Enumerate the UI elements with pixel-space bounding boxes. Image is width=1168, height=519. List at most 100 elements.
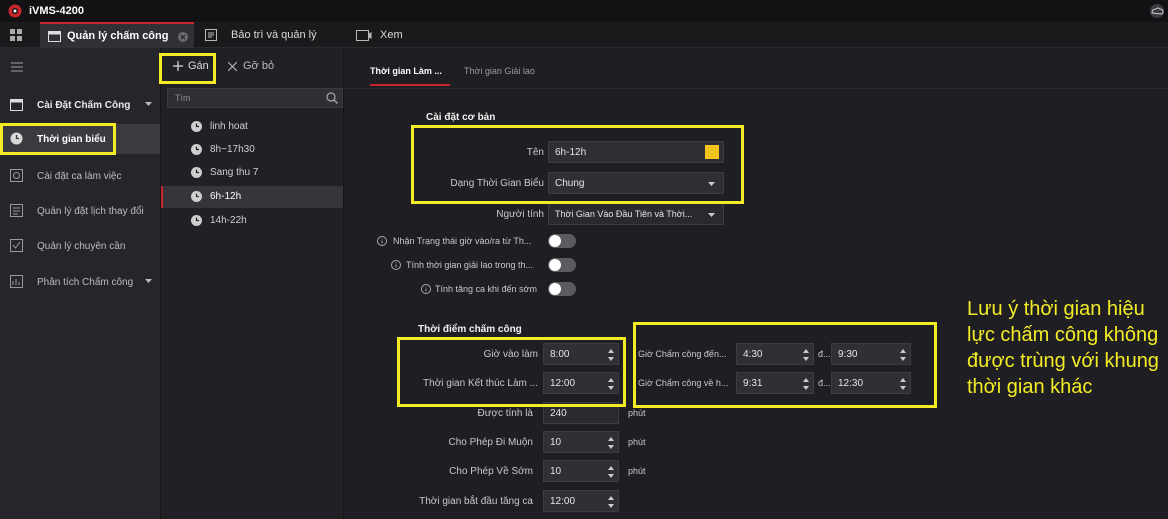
list-item-label: 14h-22h [210, 215, 247, 226]
tab-label: Thời gian Làm ... [370, 66, 442, 76]
calendar-icon [48, 30, 61, 42]
highlight-timetable-item [0, 123, 116, 155]
toggle-checkin-status[interactable] [548, 234, 576, 248]
clock-icon [191, 144, 202, 155]
counted-value: 240 [550, 407, 567, 419]
tab-divider [344, 88, 1168, 89]
list-item[interactable]: 8h~17h30 [161, 139, 343, 161]
overtime-input[interactable]: 12:00 [543, 490, 619, 512]
section-heading-basic: Cài đặt cơ bản [426, 112, 496, 123]
menu-collapse-icon[interactable] [11, 62, 23, 72]
schedule-icon [10, 204, 23, 217]
sidebar-item-label: Quản lý chuyên cần [37, 240, 126, 252]
sidebar-item-label: Phân tích Chấm công [37, 276, 134, 288]
cloud-icon[interactable] [1146, 3, 1168, 19]
sidebar: Cài Đặt Chấm Công Thời gian biểu Cài đặt… [0, 48, 160, 519]
overtime-label: Thời gian bắt đầu tăng ca [419, 496, 533, 507]
spinner-icon[interactable] [608, 495, 614, 509]
annotation-note: Lưu ý thời gian hiệu lực chấm công không… [967, 298, 1159, 398]
list-item-label: Sang thu 7 [210, 167, 259, 178]
list-item-label: 6h-12h [210, 191, 242, 202]
tab-label: Bảo trì và quản lý [231, 29, 317, 41]
highlight-add-button [159, 53, 216, 84]
module-tab-bar: Quản lý chấm công Bảo trì và quản lý Xem [0, 22, 1168, 48]
search-icon[interactable] [326, 92, 338, 104]
highlight-basic-settings [411, 125, 744, 204]
app-logo-icon [8, 4, 22, 18]
sidebar-item-schedule-change[interactable]: Quản lý đặt lịch thay đổi [0, 196, 160, 226]
clock-icon [191, 121, 202, 132]
report-icon [10, 275, 23, 288]
toggle3-label: Tính tăng ca khi đến sớm [435, 284, 537, 294]
clock-icon [191, 167, 202, 178]
list-item-label: linh hoat [210, 121, 248, 132]
list-item-label: 8h~17h30 [210, 144, 255, 155]
late-label: Cho Phép Đi Muộn [448, 437, 534, 448]
late-unit: phút [628, 437, 646, 447]
early-unit: phút [628, 466, 646, 476]
sidebar-item-attendance-analysis[interactable]: Phân tích Chấm công [0, 267, 160, 297]
list-item[interactable]: Sang thu 7 [161, 162, 343, 184]
apps-grid-icon[interactable] [10, 29, 22, 41]
chevron-down-icon [145, 279, 152, 284]
list-item-selected[interactable]: 6h-12h [161, 186, 343, 208]
maintenance-icon [205, 29, 217, 41]
sidebar-item-shift-settings[interactable]: Cài đặt ca làm việc [0, 161, 160, 191]
spinner-icon[interactable] [608, 436, 614, 450]
info-icon[interactable] [421, 284, 431, 294]
calc-value: Thời Gian Vào Đầu Tiên và Thời... [555, 209, 693, 219]
tab-label: Thời gian Giải lao [464, 66, 535, 76]
early-input[interactable]: 10 [543, 460, 619, 482]
clock-icon [191, 215, 202, 226]
tab-view[interactable]: Xem [356, 22, 403, 48]
sidebar-item-label: Cài Đặt Chấm Công [37, 99, 131, 111]
timetable-list-pane: Gán Gỡ bỏ Tìm linh hoat 8h~17h30 Sang th… [160, 48, 344, 519]
tab-attendance-management[interactable]: Quản lý chấm công [40, 22, 194, 48]
section-heading-checkin: Thời điểm chấm công [418, 324, 522, 335]
shift-icon [10, 169, 23, 182]
late-value: 10 [550, 436, 562, 448]
remove-label: Gỡ bỏ [243, 60, 275, 72]
close-icon [228, 61, 237, 71]
sidebar-item-attendance-management[interactable]: Quản lý chuyên cần [0, 231, 160, 261]
search-box[interactable]: Tìm [167, 88, 343, 108]
title-bar: iVMS-4200 [0, 0, 1168, 22]
tab-break-time[interactable]: Thời gian Giải lao [464, 66, 535, 76]
highlight-work-hours [397, 337, 626, 407]
sidebar-item-attendance-settings[interactable]: Cài Đặt Chấm Công [0, 90, 160, 120]
toggle2-label: Tính thời gian giải lao trong th... [406, 260, 533, 270]
counted-unit: phút [628, 408, 646, 418]
toggle-early-overtime[interactable] [548, 282, 576, 296]
tab-work-time[interactable]: Thời gian Làm ... [370, 66, 450, 86]
app-title: iVMS-4200 [29, 5, 85, 17]
calc-label: Người tính [496, 209, 544, 220]
tab-label: Xem [380, 29, 403, 41]
sidebar-item-label: Quản lý đặt lịch thay đổi [37, 205, 144, 217]
early-label: Cho Phép Về Sớm [449, 466, 533, 477]
overtime-value: 12:00 [550, 495, 576, 507]
info-icon[interactable] [391, 260, 401, 270]
calendar-icon [10, 98, 23, 111]
close-tab-icon[interactable] [178, 32, 188, 42]
checklist-icon [10, 239, 23, 252]
calc-select[interactable]: Thời Gian Vào Đầu Tiên và Thời... [548, 203, 724, 225]
list-item[interactable]: 14h-22h [161, 210, 343, 232]
spinner-icon[interactable] [608, 465, 614, 479]
tab-label: Quản lý chấm công [67, 30, 169, 42]
late-input[interactable]: 10 [543, 431, 619, 453]
tab-maintenance[interactable]: Bảo trì và quản lý [205, 22, 317, 48]
highlight-valid-windows [633, 322, 937, 408]
monitor-icon [356, 29, 372, 41]
clock-icon [191, 191, 202, 202]
search-input[interactable]: Tìm [175, 93, 191, 103]
chevron-down-icon [145, 102, 152, 107]
toggle1-label: Nhận Trạng thái giờ vào/ra từ Th... [393, 236, 532, 246]
toggle-break-time[interactable] [548, 258, 576, 272]
list-item[interactable]: linh hoat [161, 116, 343, 138]
dropdown-arrow-icon [708, 213, 715, 217]
sidebar-item-label: Cài đặt ca làm việc [37, 170, 122, 182]
early-value: 10 [550, 465, 562, 477]
remove-button[interactable]: Gỡ bỏ [228, 58, 274, 74]
active-tab-underline [370, 84, 450, 86]
info-icon[interactable] [377, 236, 387, 246]
